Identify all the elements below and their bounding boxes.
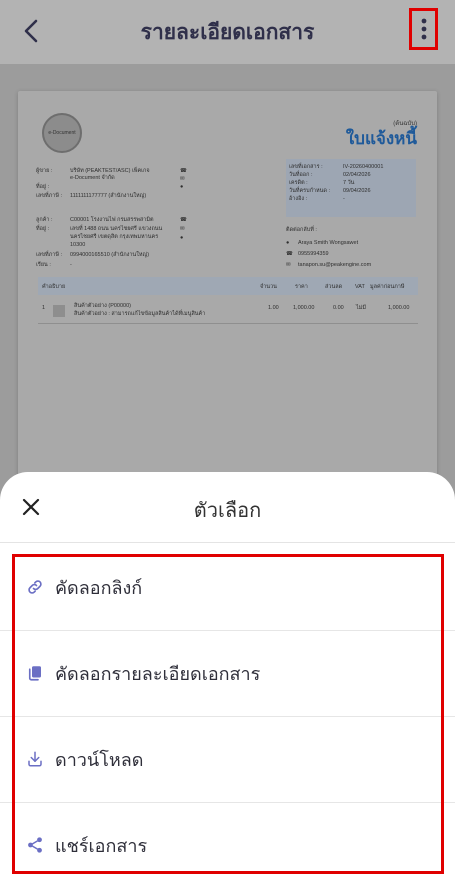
- ref: -: [343, 196, 345, 202]
- row-qty: 1.00: [268, 305, 279, 311]
- ref-label: อ้างอิง :: [289, 196, 308, 202]
- more-vertical-icon: [421, 18, 426, 40]
- more-options-button[interactable]: [409, 8, 438, 50]
- page-title: รายละเอียดเอกสาร: [140, 20, 315, 44]
- seller-taxid-label: เลขที่ภาษี :: [36, 193, 63, 199]
- credit: 7 วัน: [343, 180, 355, 186]
- app-header: รายละเอียดเอกสาร: [0, 0, 455, 64]
- seller-name-2: e-Document จำกัด: [70, 175, 115, 181]
- customer-address-2: นครไชยศรี เขตดุสิต กรุงเทพมหานคร: [70, 234, 159, 240]
- due-date: 09/04/2026: [343, 188, 371, 194]
- col-discount: ส่วนลด: [325, 284, 343, 290]
- customer-name: C00001 โรงงานไฟ กรมสรรพสามิต: [70, 217, 154, 223]
- customer-taxid: 0994000165510 (สำนักงานใหญ่): [70, 252, 150, 258]
- globe-icon: ●: [180, 184, 184, 190]
- contact-phone-icon: ☎: [286, 251, 293, 257]
- contact-label: ติดต่อกลับที่ :: [286, 227, 317, 233]
- col-amount: มูลค่าก่อนภาษี: [370, 284, 405, 290]
- contact-name: Araya Smith Wongsawet: [298, 240, 359, 246]
- row-name: สินค้าตัวอย่าง (P00000): [74, 303, 131, 309]
- credit-label: เครดิต :: [289, 180, 308, 186]
- seller-taxid: 1111111177777 (สำนักงานใหญ่): [70, 193, 147, 199]
- contact-phone: 0955994359: [298, 251, 329, 257]
- contact-mail-icon: ✉: [286, 262, 291, 268]
- customer-taxid-label: เลขที่ภาษี :: [36, 252, 63, 258]
- customer-address-3: 10300: [70, 242, 86, 248]
- document-type: ใบแจ้งหนี้: [345, 129, 417, 148]
- seller-label: ผู้ขาย :: [36, 168, 53, 174]
- mail-icon: ✉: [180, 176, 185, 182]
- row-amount: 1,000.00: [388, 305, 410, 311]
- row-desc: สินค้าตัวอย่าง : สามารถแก้ไขข้อมูลสินค้า…: [74, 311, 206, 317]
- options-sheet: ตัวเลือก คัดลอกลิงก์ คัดลอกรายละเอียดเอก…: [0, 472, 455, 891]
- person-icon: ●: [286, 240, 290, 246]
- customer-address-1: เลขที่ 1488 ถนน นครไชยศรี แขวงถนน: [70, 226, 163, 232]
- row-vat: ไม่มี: [356, 305, 367, 311]
- row-no: 1: [42, 305, 46, 311]
- back-button[interactable]: [14, 14, 48, 48]
- product-image: [53, 305, 65, 317]
- col-qty: จำนวน: [260, 284, 277, 290]
- row-discount: 0.00: [333, 305, 344, 311]
- docno: IV-20260400001: [343, 164, 384, 170]
- attn: -: [70, 262, 72, 268]
- due-label: วันที่ครบกำหนด :: [289, 188, 331, 194]
- customer-globe-icon: ●: [180, 235, 184, 241]
- phone-icon: ☎: [180, 168, 187, 174]
- contact-email: tanapon.su@peakengine.com: [298, 262, 372, 268]
- col-price: ราคา: [295, 284, 308, 290]
- customer-phone-icon: ☎: [180, 217, 187, 223]
- issue-date: 02/04/2026: [343, 172, 371, 178]
- document-preview[interactable]: e-Document (ต้นฉบับ) ใบแจ้งหนี้ ผู้ขาย :…: [18, 91, 437, 511]
- col-desc: คำอธิบาย: [42, 284, 66, 290]
- seller-address-label: ที่อยู่ :: [36, 184, 50, 190]
- chevron-left-icon: [24, 19, 38, 43]
- customer-mail-icon: ✉: [180, 226, 185, 232]
- issue-label: วันที่ออก :: [289, 172, 313, 178]
- customer-address-label: ที่อยู่ :: [36, 226, 50, 232]
- options-highlight: [12, 554, 444, 874]
- row-price: 1,000.00: [293, 305, 315, 311]
- docno-label: เลขที่เอกสาร :: [289, 164, 323, 170]
- sheet-title: ตัวเลือก: [193, 498, 262, 522]
- table-divider: [38, 323, 418, 324]
- sheet-divider: [0, 542, 455, 543]
- col-vat: VAT: [355, 284, 365, 290]
- customer-label: ลูกค้า :: [36, 217, 53, 223]
- attn-label: เรียน :: [36, 262, 51, 268]
- company-logo: e-Document: [42, 113, 82, 153]
